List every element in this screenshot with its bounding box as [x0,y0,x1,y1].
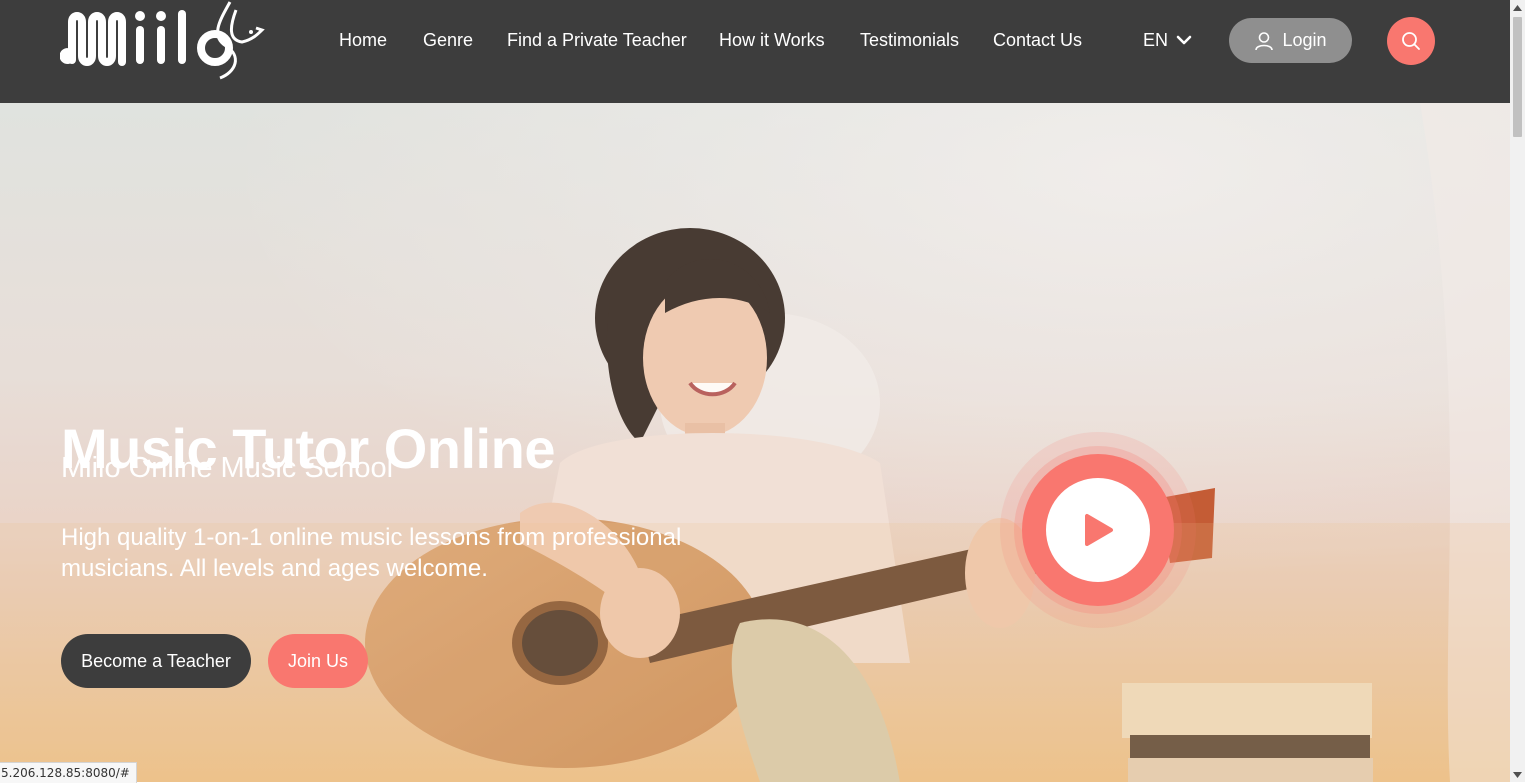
page-scrollbar[interactable] [1510,0,1525,782]
language-selector[interactable]: EN [1143,28,1192,52]
search-button[interactable] [1387,17,1435,65]
page-viewport: Music Tutor Online Miilo Online Music Sc… [0,0,1510,782]
chevron-down-icon [1176,35,1192,45]
hero-section: Music Tutor Online Miilo Online Music Sc… [0,103,1510,782]
scroll-down-arrow-icon[interactable] [1510,767,1525,782]
nav-genre[interactable]: Genre [423,28,473,52]
nav-how-it-works[interactable]: How it Works [719,28,825,52]
nav-home[interactable]: Home [339,28,387,52]
nav-find-private-teacher[interactable]: Find a Private Teacher [507,28,687,52]
hero-subtitle: Miilo Online Music School [61,452,394,484]
search-icon [1402,32,1420,50]
nav-contact-us[interactable]: Contact Us [993,28,1082,52]
status-bar-url: 5.206.128.85:8080/# [0,762,137,783]
hero-description: High quality 1-on-1 online music lessons… [61,524,682,582]
miilo-logo[interactable] [59,0,266,82]
login-button[interactable]: Login [1229,18,1352,63]
video-play-button[interactable] [998,430,1198,630]
play-icon [1000,432,1196,628]
logo-icon [59,1,265,80]
language-label: EN [1143,30,1169,50]
site-header: Home Genre Find a Private Teacher How it… [0,0,1510,103]
become-teacher-button[interactable]: Become a Teacher [61,634,251,688]
login-label: Login [1282,30,1327,50]
join-us-button[interactable]: Join Us [268,634,368,688]
user-icon [1255,31,1274,50]
scrollbar-thumb[interactable] [1513,17,1522,137]
nav-testimonials[interactable]: Testimonials [860,28,959,52]
scroll-up-arrow-icon[interactable] [1510,0,1525,15]
